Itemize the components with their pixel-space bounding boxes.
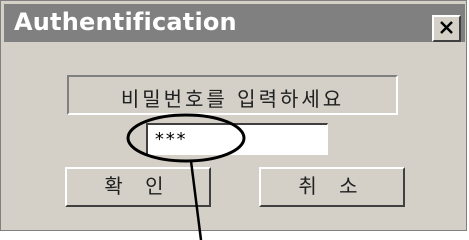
callout-pointer-line	[189, 160, 203, 240]
callout-annotation	[126, 113, 246, 240]
callout-ellipse	[126, 113, 246, 163]
